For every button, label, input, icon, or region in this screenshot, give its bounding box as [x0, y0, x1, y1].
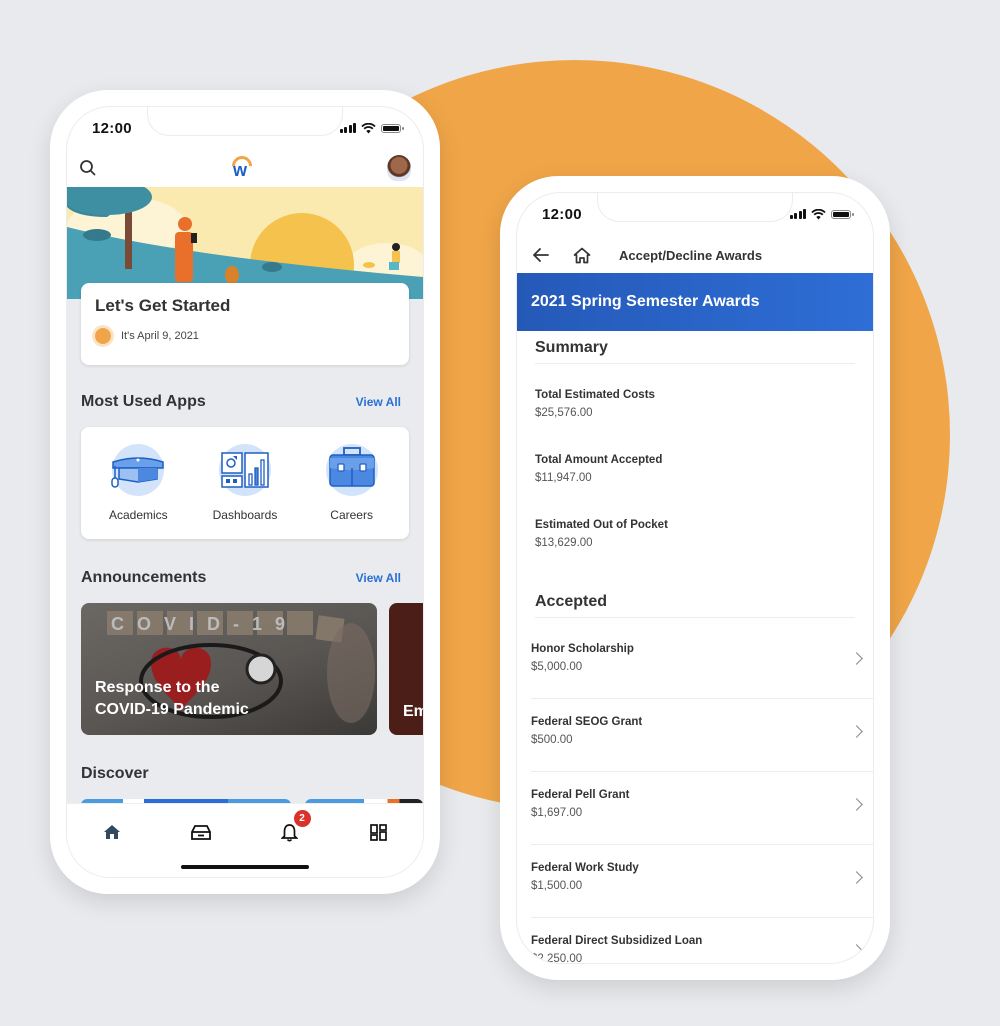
search-icon[interactable]: [79, 159, 97, 177]
banner-title: 2021 Spring Semester Awards: [531, 293, 760, 310]
nav-notifications[interactable]: 2: [275, 810, 311, 844]
announcement-card-covid[interactable]: COVID-19 Response to the COVID-19 Pandem…: [81, 603, 377, 735]
award-row[interactable]: Federal Pell Grant $1,697.00: [531, 772, 873, 845]
app-label: Careers: [330, 508, 373, 522]
inbox-icon: [190, 824, 211, 840]
summary-item: Total Amount Accepted $11,947.00: [535, 454, 663, 484]
announcements-header: Announcements View All: [81, 569, 401, 587]
bottom-navigation: 2: [67, 803, 423, 877]
discover-title: Discover: [81, 765, 149, 782]
announcements-view-all-link[interactable]: View All: [356, 571, 401, 585]
sun-icon: [95, 328, 111, 344]
summary-title: Summary: [535, 339, 855, 364]
battery-icon: [381, 123, 404, 133]
date-text: It's April 9, 2021: [121, 330, 199, 342]
status-time: 12:00: [92, 119, 132, 137]
accepted-title: Accepted: [535, 593, 855, 618]
home-indicator: [181, 865, 309, 869]
announcement-title-line2: COVID-19 Pandemic: [95, 701, 249, 718]
page-header: Accept/Decline Awards: [517, 235, 873, 275]
welcome-card[interactable]: Let's Get Started It's April 9, 2021: [81, 283, 409, 365]
app-label: Dashboards: [212, 508, 278, 522]
workday-logo: w: [227, 151, 257, 181]
most-used-apps-header: Most Used Apps View All: [81, 393, 401, 411]
award-row[interactable]: Federal Work Study $1,500.00: [531, 845, 873, 918]
home-screen: 12:00 w Let's Get Started It's April 9, …: [66, 106, 424, 878]
wifi-icon: [811, 208, 826, 219]
announcement-title-line1: Response to the: [95, 679, 220, 696]
award-row[interactable]: Honor Scholarship $5,000.00: [531, 626, 873, 699]
app-label: Academics: [108, 508, 168, 522]
announcement-card-2[interactable]: Em: [389, 603, 423, 735]
signal-icon: [789, 209, 806, 219]
welcome-title: Let's Get Started: [95, 296, 231, 315]
award-row[interactable]: Federal Direct Subsidized Loan $2,250.00: [531, 918, 873, 963]
app-dashboards[interactable]: Dashboards: [195, 444, 295, 522]
back-arrow-icon[interactable]: [533, 248, 549, 262]
apps-grid-icon: [370, 823, 387, 841]
notification-badge: 2: [293, 810, 311, 827]
summary-item: Total Estimated Costs $25,576.00: [535, 389, 655, 419]
home-outline-icon[interactable]: [573, 247, 591, 264]
most-used-apps-title: Most Used Apps: [81, 393, 206, 410]
phone-notch: [597, 193, 793, 222]
bell-icon: [281, 823, 298, 842]
wifi-icon: [361, 122, 376, 133]
app-header: w: [67, 149, 423, 187]
dashboard-icon: [221, 452, 269, 488]
most-used-apps-card: Academics Dashboards Careers: [81, 427, 409, 539]
phone-notch: [147, 107, 343, 136]
graduation-cap-icon: [111, 457, 165, 488]
svg-text:COVID-19: COVID-19: [111, 614, 298, 634]
announcement-title: Em: [403, 703, 423, 720]
nav-inbox[interactable]: [186, 820, 216, 844]
phone-home-screen: 12:00 w Let's Get Started It's April 9, …: [50, 90, 440, 894]
app-careers[interactable]: Careers: [302, 444, 402, 522]
app-academics[interactable]: Academics: [88, 444, 188, 522]
battery-icon: [831, 209, 854, 219]
page-title: Accept/Decline Awards: [619, 247, 763, 263]
signal-icon: [339, 123, 356, 133]
award-row[interactable]: Federal SEOG Grant $500.00: [531, 699, 873, 772]
status-time: 12:00: [542, 205, 582, 223]
apps-view-all-link[interactable]: View All: [356, 395, 401, 409]
phone-awards-screen: 12:00 Accept/Decline Awards 2021 Spring …: [500, 176, 890, 980]
briefcase-icon: [328, 447, 375, 487]
discover-header: Discover: [81, 765, 401, 783]
announcements-title: Announcements: [81, 569, 207, 586]
nav-home[interactable]: [97, 820, 127, 844]
user-avatar[interactable]: [387, 155, 411, 181]
nav-apps[interactable]: [364, 820, 394, 844]
awards-screen: 12:00 Accept/Decline Awards 2021 Spring …: [516, 192, 874, 964]
semester-banner: 2021 Spring Semester Awards: [517, 273, 873, 331]
home-icon: [103, 825, 120, 839]
summary-item: Estimated Out of Pocket $13,629.00: [535, 519, 668, 549]
